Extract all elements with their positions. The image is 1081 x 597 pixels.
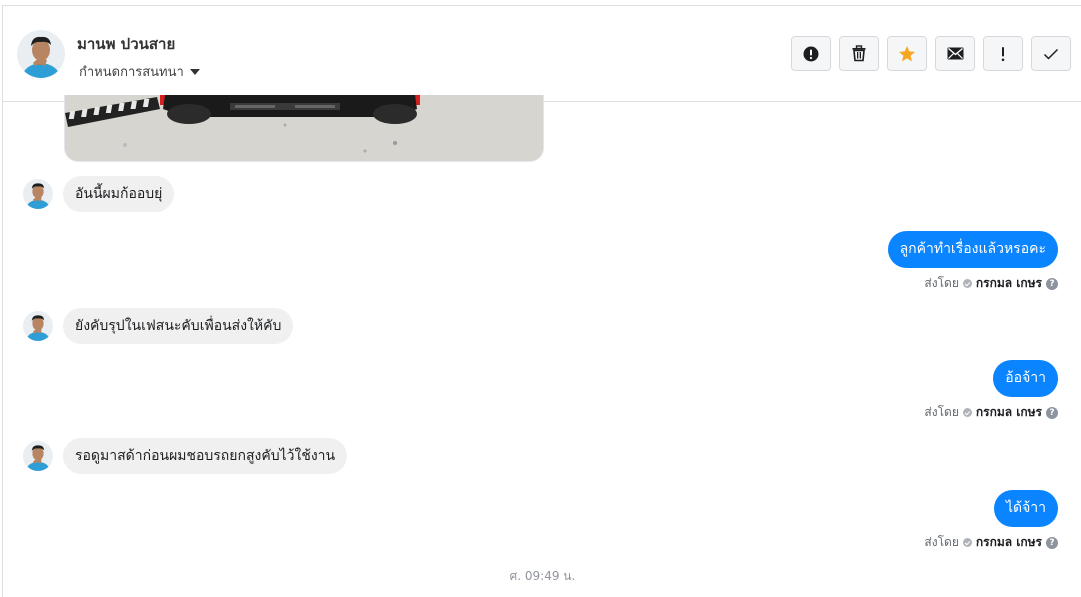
sender-name: กรกมล เกษร (975, 535, 1042, 549)
star-icon (899, 45, 915, 61)
sender-name: กรกมล เกษร (975, 405, 1042, 419)
message-bubble[interactable]: ลูกค้าทำเรื่องแล้วหรอคะ (887, 231, 1058, 268)
star-button[interactable] (887, 36, 927, 71)
delete-button[interactable] (839, 36, 879, 71)
assign-conversation-label: กำหนดการสนทนา (79, 65, 184, 80)
mark-spam-button[interactable] (791, 36, 831, 71)
caret-down-icon (189, 69, 200, 75)
sent-by-line: ส่งโดย กรกมล เกษร ? (924, 403, 1058, 422)
sent-by-line: ส่งโดย กรกมล เกษร ? (924, 533, 1058, 552)
message-bubble[interactable]: อันนี้ผมก้ออบยุ่ (63, 176, 175, 212)
envelope-icon (947, 47, 963, 60)
avatar[interactable] (23, 311, 53, 341)
check-icon (1043, 48, 1059, 60)
conversation-header: มานพ ปวนสาย กำหนดการสนทนา (3, 6, 1081, 102)
avatar[interactable] (17, 30, 65, 78)
contact-name: มานพ ปวนสาย (77, 35, 176, 53)
verified-icon (962, 538, 972, 547)
sent-by-line: ส่งโดย กรกมล เกษร ? (924, 274, 1058, 293)
mark-done-button[interactable] (1031, 36, 1071, 71)
help-icon[interactable]: ? (1046, 536, 1058, 549)
outgoing-message: อ้อจ้าา ส่งโดย กรกมล เกษร ? (924, 360, 1058, 422)
message-thread[interactable]: อันนี้ผมก้ออบยุ่ ลูกค้าทำเรื่องแล้วหรอคะ… (3, 95, 1081, 597)
sender-name: กรกมล เกษร (975, 276, 1042, 290)
assign-conversation-dropdown[interactable]: กำหนดการสนทนา (79, 61, 200, 82)
trash-icon (852, 45, 866, 62)
shared-car-photo[interactable] (64, 95, 544, 162)
exclamation-icon (1001, 46, 1005, 61)
conversation-panel: มานพ ปวนสาย กำหนดการสนทนา อันนี้ผมก้ออบย… (2, 5, 1081, 597)
incoming-message: รอดูมาสด้าก่อนผมชอบรถยกสูงคับไว้ใช้งาน (23, 438, 348, 474)
verified-icon (962, 408, 972, 417)
help-icon[interactable]: ? (1046, 277, 1058, 290)
outgoing-message: ลูกค้าทำเรื่องแล้วหรอคะ ส่งโดย กรกมล เกษ… (887, 231, 1058, 293)
message-bubble[interactable]: ยังคับรุปในเฟสนะคับเพื่อนส่งให้คับ (63, 308, 294, 344)
avatar[interactable] (23, 441, 53, 471)
sent-by-label: ส่งโดย (924, 405, 959, 419)
message-bubble[interactable]: รอดูมาสด้าก่อนผมชอบรถยกสูงคับไว้ใช้งาน (63, 438, 348, 474)
mark-unread-button[interactable] (935, 36, 975, 71)
incoming-message: ยังคับรุปในเฟสนะคับเพื่อนส่งให้คับ (23, 308, 294, 344)
help-icon[interactable]: ? (1046, 406, 1058, 419)
sent-by-label: ส่งโดย (924, 535, 959, 549)
avatar[interactable] (23, 179, 53, 209)
sent-by-label: ส่งโดย (924, 276, 959, 290)
conversation-actions (791, 36, 1071, 71)
incoming-message: อันนี้ผมก้ออบยุ่ (23, 176, 175, 212)
message-bubble[interactable]: อ้อจ้าา (993, 360, 1058, 397)
message-timestamp: ศ. 09:49 น. (509, 569, 576, 583)
verified-icon (962, 279, 972, 288)
message-bubble[interactable]: ได้จ้าา (993, 490, 1058, 527)
alert-circle-icon (803, 46, 819, 61)
follow-up-button[interactable] (983, 36, 1023, 71)
outgoing-message: ได้จ้าา ส่งโดย กรกมล เกษร ? (924, 490, 1058, 552)
